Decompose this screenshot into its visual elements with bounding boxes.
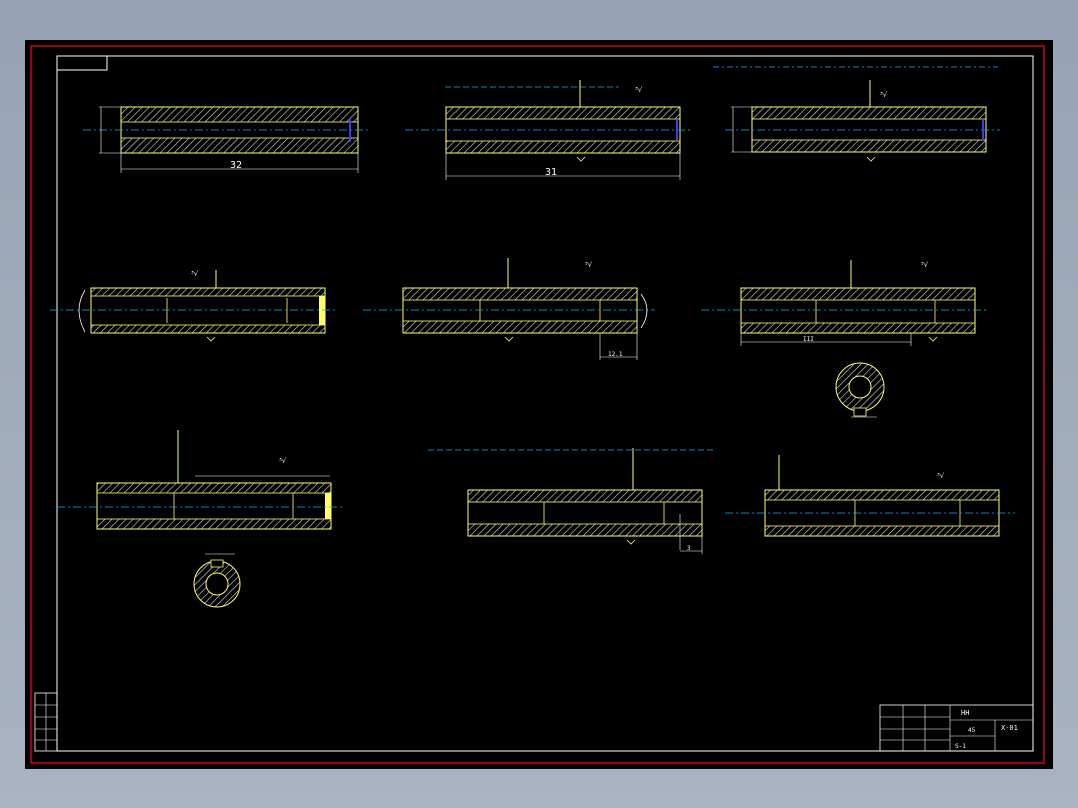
part-2-sleeve[interactable]: 31 ³√ [405, 80, 693, 180]
title-block-material: 45 [968, 727, 976, 734]
part-3-surface-mark: ³√ [880, 91, 888, 99]
part-9-shaft[interactable]: ³√ [725, 455, 1015, 537]
part-1-length-dimension: 32 [230, 160, 242, 171]
title-block[interactable]: HH X-01 S-1 45 [879, 704, 1034, 752]
part-6-surface-mark: ³√ [921, 261, 929, 269]
drawing-sheet[interactable]: 32 31 ³√ ³√ ³√ 12.1 ³√ III ³√ ³√ 3 ³√ HH… [25, 40, 1053, 769]
part-1-sleeve[interactable]: 32 [83, 106, 370, 173]
part-7-cross-section[interactable] [193, 553, 241, 608]
part-6-length-dimension: III [803, 336, 814, 343]
title-block-drawing-number: X-01 [1001, 724, 1018, 732]
title-block-scale: S-1 [955, 743, 966, 750]
part-5-detail-dimension: 12.1 [608, 351, 623, 358]
part-5-surface-mark: ³√ [585, 261, 593, 269]
part-5-shaft[interactable]: 12.1 ³√ [363, 258, 655, 360]
part-8-detail-dimension: 3 [687, 545, 691, 552]
outer-border [30, 45, 1045, 764]
part-9-surface-mark: ³√ [937, 472, 945, 480]
part-4-surface-mark: ³√ [191, 270, 199, 278]
drawing-canvas: 32 31 ³√ ³√ ³√ 12.1 ³√ III ³√ ³√ 3 ³√ HH… [30, 45, 1045, 764]
part-3-sleeve[interactable]: ³√ [713, 66, 1000, 162]
part-7-shaft[interactable]: ³√ [57, 430, 345, 530]
part-2-surface-mark: ³√ [635, 86, 643, 94]
part-4-shaft[interactable]: ³√ [50, 270, 338, 342]
part-6-cross-section[interactable] [835, 362, 885, 418]
part-6-shaft[interactable]: III ³√ [701, 260, 988, 346]
top-left-code-box [56, 55, 108, 71]
title-block-name: HH [961, 709, 969, 717]
inner-frame [56, 55, 1034, 752]
part-2-length-dimension: 31 [545, 167, 557, 178]
part-8-shaft[interactable]: 3 [428, 448, 713, 554]
left-revision-block [34, 692, 58, 752]
part-7-surface-mark: ³√ [279, 457, 287, 465]
